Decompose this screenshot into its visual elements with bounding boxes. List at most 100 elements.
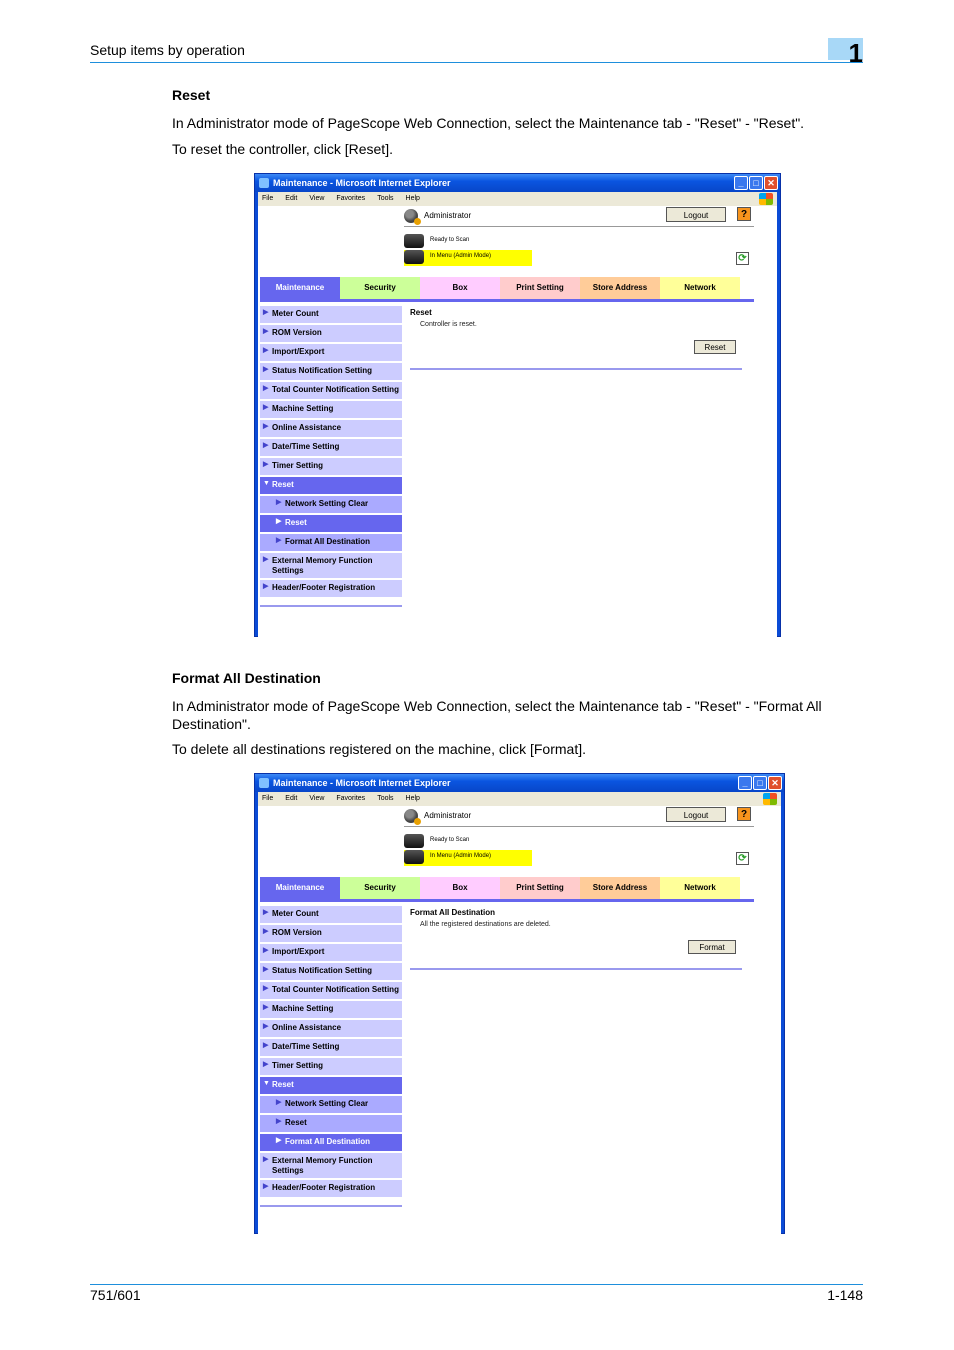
tab-box[interactable]: Box	[420, 877, 500, 899]
sidebar-item-label: ROM Version	[272, 328, 322, 337]
sidebar-item-format-all-destination[interactable]: ▶ Format All Destination	[260, 534, 402, 553]
triangle-right-icon: ▶	[276, 499, 282, 506]
refresh-icon[interactable]: ⟳	[736, 252, 749, 265]
page-header: Setup items by operation	[90, 42, 863, 63]
panel-title: Format All Destination	[410, 908, 496, 917]
sidebar-item-online-assistance[interactable]: ▶ Online Assistance	[260, 1020, 402, 1039]
refresh-icon[interactable]: ⟳	[736, 852, 749, 865]
maximize-button[interactable]: □	[749, 176, 763, 190]
sidebar-item-reset[interactable]: ▼ Reset	[260, 477, 402, 496]
triangle-right-icon: ▶	[263, 366, 269, 373]
minimize-button[interactable]: _	[738, 776, 752, 790]
menu-edit[interactable]: Edit	[285, 192, 297, 206]
sidebar-item-label: Total Counter Notification Setting	[272, 985, 399, 994]
tab-maintenance[interactable]: Maintenance	[260, 277, 340, 299]
triangle-down-icon: ▼	[263, 1080, 270, 1087]
tab-security[interactable]: Security	[340, 877, 420, 899]
sidebar-item-meter-count[interactable]: ▶ Meter Count	[260, 906, 402, 925]
sidebar-item-total-counter-notification-setting[interactable]: ▶ Total Counter Notification Setting	[260, 382, 402, 401]
sidebar-item-machine-setting[interactable]: ▶ Machine Setting	[260, 401, 402, 420]
sidebar-item-label: ROM Version	[272, 928, 322, 937]
triangle-right-icon: ▶	[263, 309, 269, 316]
tab-store-address[interactable]: Store Address	[580, 877, 660, 899]
menu-file[interactable]: File	[262, 192, 273, 206]
sidebar-item-online-assistance[interactable]: ▶ Online Assistance	[260, 420, 402, 439]
help-icon[interactable]: ?	[737, 807, 751, 821]
page-content: Administrator Logout ? Ready to Scan In …	[258, 806, 781, 1244]
sidebar-item-format-all-destination[interactable]: ▶ Format All Destination	[260, 1134, 402, 1153]
window-titlebar[interactable]: Maintenance - Microsoft Internet Explore…	[255, 774, 784, 792]
tab-network[interactable]: Network	[660, 277, 740, 299]
action-button[interactable]: Reset	[694, 340, 736, 354]
sidebar-item-meter-count[interactable]: ▶ Meter Count	[260, 306, 402, 325]
sidebar-item-total-counter-notification-setting[interactable]: ▶ Total Counter Notification Setting	[260, 982, 402, 1001]
triangle-right-icon: ▶	[263, 909, 269, 916]
sidebar-item-reset[interactable]: ▼ Reset	[260, 1077, 402, 1096]
triangle-right-icon: ▶	[263, 385, 269, 392]
sidebar-item-network-setting-clear[interactable]: ▶ Network Setting Clear	[260, 1096, 402, 1115]
sidebar-item-reset[interactable]: ▶ Reset	[260, 515, 402, 534]
sidebar-item-external-memory-function-settings[interactable]: ▶ External Memory Function Settings	[260, 553, 402, 580]
sidebar-item-external-memory-function-settings[interactable]: ▶ External Memory Function Settings	[260, 1153, 402, 1180]
tab-print-setting[interactable]: Print Setting	[500, 877, 580, 899]
sidebar-item-date-time-setting[interactable]: ▶ Date/Time Setting	[260, 1039, 402, 1058]
sidebar-item-machine-setting[interactable]: ▶ Machine Setting	[260, 1001, 402, 1020]
help-icon[interactable]: ?	[737, 207, 751, 221]
user-label: Administrator	[424, 811, 472, 820]
sidebar-item-label: External Memory Function Settings	[272, 1156, 373, 1175]
sidebar-item-label: Machine Setting	[272, 1004, 334, 1013]
menu-tools[interactable]: Tools	[377, 192, 393, 206]
menu-tools[interactable]: Tools	[377, 792, 393, 806]
logout-button[interactable]: Logout	[666, 807, 726, 822]
sidebar-item-status-notification-setting[interactable]: ▶ Status Notification Setting	[260, 963, 402, 982]
sidebar-item-status-notification-setting[interactable]: ▶ Status Notification Setting	[260, 363, 402, 382]
logout-button[interactable]: Logout	[666, 207, 726, 222]
sidebar-item-label: Timer Setting	[272, 1061, 323, 1070]
menu-edit[interactable]: Edit	[285, 792, 297, 806]
administrator-icon	[404, 809, 421, 825]
menu-favorites[interactable]: Favorites	[336, 792, 365, 806]
tab-network[interactable]: Network	[660, 877, 740, 899]
paragraph: In Administrator mode of PageScope Web C…	[172, 115, 805, 131]
sidebar-item-import-export[interactable]: ▶ Import/Export	[260, 944, 402, 963]
window-titlebar[interactable]: Maintenance - Microsoft Internet Explore…	[255, 174, 780, 192]
triangle-right-icon: ▶	[263, 328, 269, 335]
minimize-button[interactable]: _	[734, 176, 748, 190]
tab-box[interactable]: Box	[420, 277, 500, 299]
close-button[interactable]: ✕	[768, 776, 782, 790]
sidebar-item-rom-version[interactable]: ▶ ROM Version	[260, 925, 402, 944]
menu-view[interactable]: View	[309, 792, 324, 806]
sidebar-item-label: Meter Count	[272, 909, 319, 918]
sidebar-item-label: Network Setting Clear	[285, 1099, 369, 1108]
section-title-format-all-destination: Format All Destination	[172, 670, 321, 686]
menu-help[interactable]: Help	[406, 792, 420, 806]
sidebar-item-rom-version[interactable]: ▶ ROM Version	[260, 325, 402, 344]
sidebar-item-timer-setting[interactable]: ▶ Timer Setting	[260, 458, 402, 477]
section-title-reset: Reset	[172, 87, 211, 103]
action-button[interactable]: Format	[688, 940, 736, 954]
menu-help[interactable]: Help	[406, 192, 420, 206]
triangle-right-icon: ▶	[263, 985, 269, 992]
sidebar-item-label: Total Counter Notification Setting	[272, 385, 399, 394]
menu-view[interactable]: View	[309, 192, 324, 206]
sidebar-item-label: Header/Footer Registration	[272, 583, 376, 592]
tab-security[interactable]: Security	[340, 277, 420, 299]
sidebar-item-reset[interactable]: ▶ Reset	[260, 1115, 402, 1134]
sidebar-item-date-time-setting[interactable]: ▶ Date/Time Setting	[260, 439, 402, 458]
sidebar-item-import-export[interactable]: ▶ Import/Export	[260, 344, 402, 363]
sidebar-item-header-footer-registration[interactable]: ▶ Header/Footer Registration	[260, 1180, 402, 1199]
sidebar-item-label: Import/Export	[272, 947, 325, 956]
sidebar-item-timer-setting[interactable]: ▶ Timer Setting	[260, 1058, 402, 1077]
paragraph: To delete all destinations registered on…	[172, 741, 586, 757]
menu-favorites[interactable]: Favorites	[336, 192, 365, 206]
menu-file[interactable]: File	[262, 792, 273, 806]
sidebar-item-header-footer-registration[interactable]: ▶ Header/Footer Registration	[260, 580, 402, 599]
sidebar-item-network-setting-clear[interactable]: ▶ Network Setting Clear	[260, 496, 402, 515]
close-button[interactable]: ✕	[764, 176, 778, 190]
tab-store-address[interactable]: Store Address	[580, 277, 660, 299]
maximize-button[interactable]: □	[753, 776, 767, 790]
tab-print-setting[interactable]: Print Setting	[500, 277, 580, 299]
tab-maintenance[interactable]: Maintenance	[260, 877, 340, 899]
model-number: 751/601	[90, 1287, 141, 1303]
triangle-right-icon: ▶	[263, 1156, 269, 1163]
